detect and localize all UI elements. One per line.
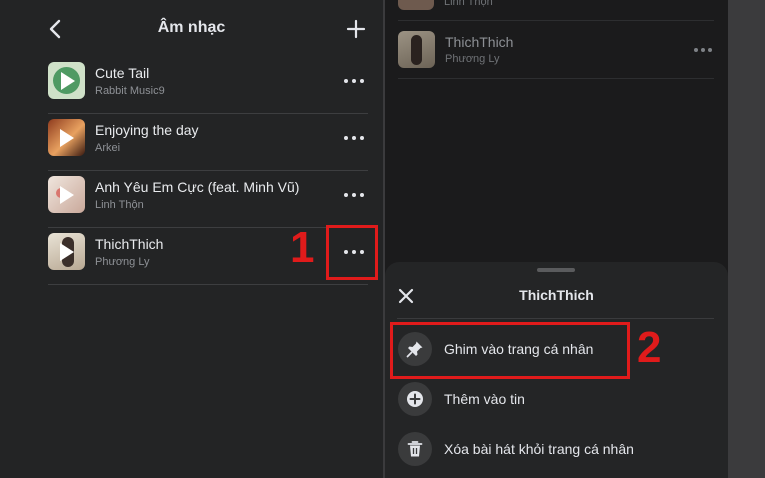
song-artist: Arkei xyxy=(95,142,121,154)
list-item[interactable]: Cute Tail Rabbit Music9 xyxy=(48,56,368,114)
list-item[interactable]: Anh Yêu Em Cực (feat. Minh Vũ) Linh Thộn xyxy=(48,170,368,228)
list-item[interactable]: Enjoying the day Arkei xyxy=(48,113,368,171)
highlight-box-step-1 xyxy=(326,225,378,280)
song-title: Cute Tail xyxy=(95,65,150,81)
right-margin xyxy=(728,0,765,478)
more-options-button[interactable] xyxy=(694,42,714,58)
more-icon xyxy=(344,79,364,83)
list-item[interactable]: ThichThich Phương Ly xyxy=(398,21,714,79)
more-options-button[interactable] xyxy=(344,130,364,146)
trash-icon xyxy=(398,432,432,466)
song-title: ThichThich xyxy=(95,236,164,252)
plus-icon[interactable] xyxy=(345,18,367,40)
option-label: Thêm vào tin xyxy=(444,391,525,407)
song-title: ThichThich xyxy=(445,34,514,50)
song-artist: Linh Thộn xyxy=(444,0,493,8)
sheet-title: ThichThich xyxy=(519,287,594,303)
list-item[interactable]: Linh Thộn xyxy=(398,0,714,21)
list-item[interactable]: ThichThich Phương Ly xyxy=(48,227,368,285)
remove-song-option[interactable]: Xóa bài hát khỏi trang cá nhân xyxy=(398,429,708,469)
more-options-button[interactable] xyxy=(344,187,364,203)
header: Âm nhạc xyxy=(0,0,383,58)
song-artist: Rabbit Music9 xyxy=(95,85,165,97)
song-artist: Linh Thộn xyxy=(95,199,144,211)
song-options-screen: Linh Thộn ThichThich Phương Ly ThichThic… xyxy=(385,0,728,478)
step-number-1: 1 xyxy=(290,223,315,272)
more-options-button[interactable] xyxy=(344,73,364,89)
option-label: Xóa bài hát khỏi trang cá nhân xyxy=(444,441,634,457)
album-art xyxy=(48,62,85,99)
song-artist: Phương Ly xyxy=(445,53,500,65)
music-list-screen: Âm nhạc Cute Tail Rabbit Music9 Enjoying… xyxy=(0,0,383,478)
page-title: Âm nhạc xyxy=(157,19,226,36)
more-icon xyxy=(694,48,714,52)
more-icon xyxy=(344,193,364,197)
album-art xyxy=(48,233,85,270)
drag-handle[interactable] xyxy=(537,268,575,272)
divider xyxy=(397,318,714,319)
album-art xyxy=(398,0,434,10)
highlight-box-step-2 xyxy=(390,322,630,379)
add-to-story-option[interactable]: Thêm vào tin xyxy=(398,379,708,419)
album-art xyxy=(398,31,435,68)
album-art xyxy=(48,119,85,156)
album-art xyxy=(48,176,85,213)
song-title: Enjoying the day xyxy=(95,122,199,138)
add-circle-icon xyxy=(398,382,432,416)
step-number-2: 2 xyxy=(637,323,662,372)
song-artist: Phương Ly xyxy=(95,256,150,268)
more-icon xyxy=(344,136,364,140)
song-title: Anh Yêu Em Cực (feat. Minh Vũ) xyxy=(95,179,300,195)
